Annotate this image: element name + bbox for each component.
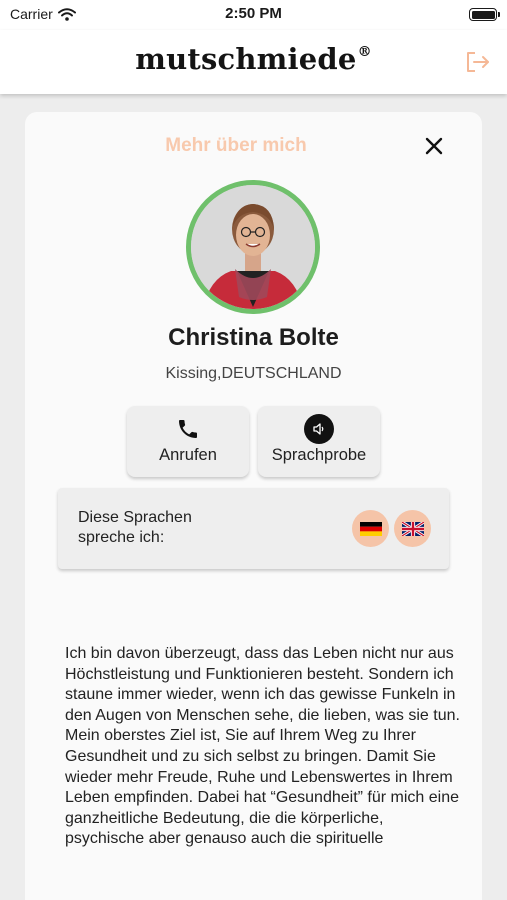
status-bar: Carrier 2:50 PM (0, 0, 507, 30)
speaker-icon (304, 414, 334, 444)
voice-sample-button[interactable]: Sprachprobe (258, 406, 380, 477)
profile-card: Mehr über mich Christina Bolte Kissing,D… (25, 112, 482, 900)
close-icon[interactable] (422, 134, 446, 158)
phone-icon (179, 420, 197, 438)
profile-bio: Ich bin davon überzeugt, dass das Leben … (65, 645, 460, 848)
avatar (186, 180, 320, 314)
logo-text: mutschmiede (135, 42, 357, 76)
call-button-label: Anrufen (159, 446, 217, 464)
app-header: mutschmiede® (0, 30, 507, 94)
battery-icon (469, 8, 500, 21)
german-flag-icon (352, 510, 389, 547)
languages-box: Diese Sprachen spreche ich: (58, 488, 449, 569)
voice-sample-label: Sprachprobe (271, 446, 367, 464)
profile-location: Kissing,DEUTSCHLAND (165, 365, 342, 382)
logo-registered-mark: ® (357, 44, 372, 60)
uk-flag-icon (394, 510, 431, 547)
logout-icon[interactable] (463, 48, 491, 76)
card-title: Mehr über mich (165, 135, 307, 156)
languages-label: Diese Sprachen spreche ich: (78, 509, 192, 546)
profile-name: Christina Bolte (168, 324, 339, 351)
profile-photo (191, 185, 315, 309)
app-logo: mutschmiede® (0, 42, 507, 76)
call-button[interactable]: Anrufen (127, 406, 249, 477)
status-time: 2:50 PM (225, 5, 282, 22)
